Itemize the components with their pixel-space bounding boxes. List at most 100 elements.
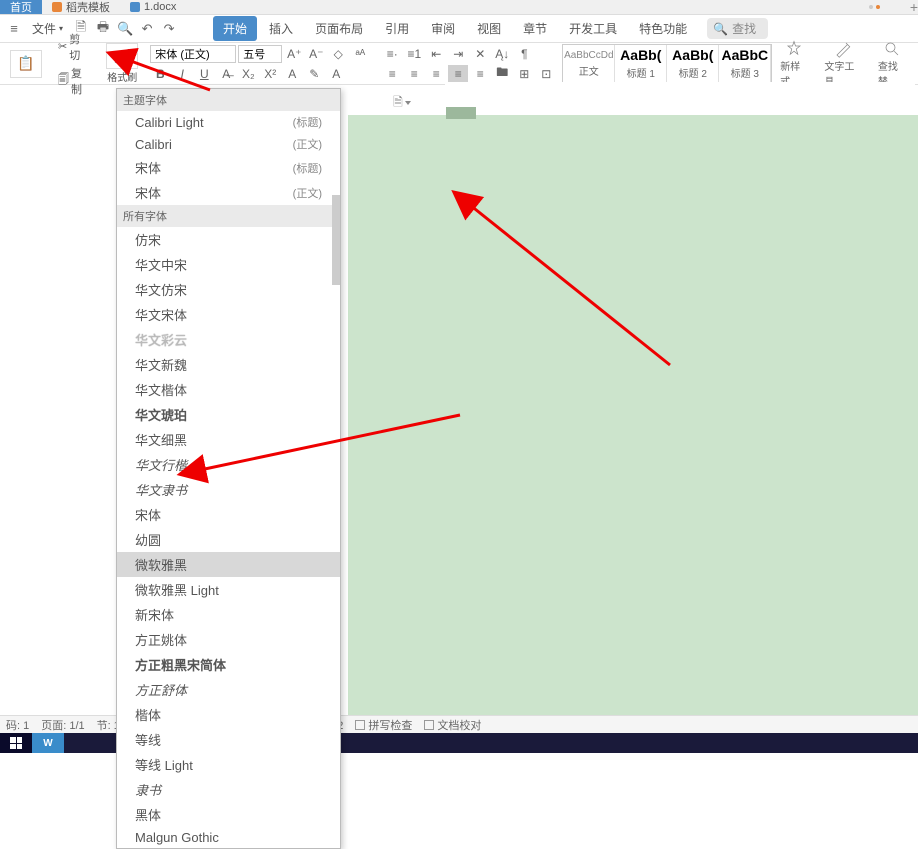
search-box[interactable]: 🔍查找 [707,18,768,39]
tab-bar: 首页 稻壳模板 1.docx + [0,0,918,15]
tab-add-button[interactable]: + [910,0,918,15]
tab-indicators [869,5,880,9]
font-option[interactable]: 华文新魏 [117,352,340,377]
decrease-font-button[interactable]: A⁻ [306,45,326,63]
sub-button[interactable]: X₂ [238,65,258,83]
status-doc-check[interactable]: 文档校对 [424,717,481,733]
tab-home[interactable]: 首页 [0,0,42,14]
show-marks-button[interactable]: ¶ [514,45,534,63]
menu-view[interactable]: 视图 [467,16,511,41]
status-page: 页面: 1/1 [41,717,84,733]
menu-review[interactable]: 审阅 [421,16,465,41]
justify-button[interactable]: ≡ [448,65,468,83]
style-h2[interactable]: AaBb(标题 2 [667,45,719,83]
outdent-button[interactable]: ⇤ [426,45,446,63]
template-icon [52,2,62,12]
font-option[interactable]: 楷体 [117,702,340,727]
align-center-button[interactable]: ≡ [404,65,424,83]
undo-icon[interactable]: ↶ [137,19,157,39]
font-option[interactable]: 方正粗黑宋简体 [117,652,340,677]
menu-dev[interactable]: 开发工具 [559,16,627,41]
style-h1[interactable]: AaBb(标题 1 [615,45,667,83]
text-tools-button[interactable]: 文字工具 [816,40,869,88]
font-option[interactable]: 等线 Light [117,752,340,777]
style-h3[interactable]: AaBbC标题 3 [719,45,771,83]
size-input[interactable] [238,45,282,63]
search-icon: 🔍 [713,22,728,36]
font-effect-button[interactable]: A [326,65,346,83]
increase-font-button[interactable]: A⁺ [284,45,304,63]
font-option[interactable]: 宋体 [117,502,340,527]
paragraph-group: ≡· ≡1 ⇤ ⇥ ✕ Ą↓ ¶ ≡ ≡ ≡ ≡ ≡ 🖿 ⊞ ⊡ [376,43,562,84]
font-option[interactable]: 华文宋体 [117,302,340,327]
align-left-button[interactable]: ≡ [382,65,402,83]
menu-section[interactable]: 章节 [513,16,557,41]
font-option[interactable]: Calibri(正文) [117,133,340,155]
tab-template[interactable]: 稻壳模板 [42,0,120,14]
ruler-horizontal[interactable] [445,82,915,96]
font-option[interactable]: 华文楷体 [117,377,340,402]
style-normal[interactable]: AaBbCcDd正文 [563,45,615,83]
font-option[interactable]: 黑体 [117,802,340,827]
indent-button[interactable]: ⇥ [448,45,468,63]
font-option[interactable]: 隶书 [117,777,340,802]
numbering-button[interactable]: ≡1 [404,45,424,63]
font-option[interactable]: 等线 [117,727,340,752]
font-option[interactable]: 华文彩云 [117,327,340,352]
word-icon [130,2,140,12]
menu-layout[interactable]: 页面布局 [305,16,373,41]
font-option[interactable]: 宋体(标题) [117,155,340,180]
print-icon[interactable]: 🖶 [93,19,113,39]
font-scrollbar[interactable] [332,195,340,285]
shading-button[interactable]: 🖿 [492,65,512,83]
styles-gallery[interactable]: AaBbCcDd正文 AaBb(标题 1 AaBb(标题 2 AaBbC标题 3 [562,44,772,84]
font-option[interactable]: Calibri Light(标题) [117,111,340,133]
menu-icon[interactable]: ≡ [4,19,24,39]
menu-ref[interactable]: 引用 [375,16,419,41]
highlight-button[interactable]: ✎ [304,65,324,83]
font-option[interactable]: 方正姚体 [117,627,340,652]
font-option[interactable]: 华文仿宋 [117,277,340,302]
font-option[interactable]: 方正舒体 [117,677,340,702]
font-option[interactable]: Malgun Gothic [117,827,340,848]
font-option[interactable]: 华文中宋 [117,252,340,277]
font-color-button[interactable]: A [282,65,302,83]
font-option[interactable]: 新宋体 [117,602,340,627]
clipboard-group: ✂ 剪切 🗐 复制 [48,43,100,84]
font-option[interactable]: 仿宋 [117,227,340,252]
ruler-corner [894,82,912,96]
menu-insert[interactable]: 插入 [259,16,303,41]
new-style-button[interactable]: 新样式 [772,40,816,88]
start-button[interactable] [0,733,32,753]
paste-button[interactable]: 📋 [10,50,42,78]
line-spacing-button[interactable]: ✕ [470,45,490,63]
bullets-button[interactable]: ≡· [382,45,402,63]
font-option[interactable]: 微软雅黑 Light [117,577,340,602]
preview-icon[interactable]: 🔍 [115,19,135,39]
font-option[interactable]: 宋体(正文) [117,180,340,205]
paste-group: 📋 [4,43,48,84]
menu-start[interactable]: 开始 [213,16,257,41]
status-spell[interactable]: 拼写检查 [355,717,412,733]
doc-marker[interactable]: 🗎 [395,96,409,110]
font-option[interactable]: 微软雅黑 [117,552,340,577]
find-replace-button[interactable]: 查找替 [870,40,914,88]
change-case-button[interactable]: ᵃᴬ [350,45,370,63]
sup-button[interactable]: X² [260,65,280,83]
text-snippet[interactable] [446,107,476,119]
cut-button[interactable]: ✂ 剪切 [54,30,94,64]
copy-button[interactable]: 🗐 复制 [54,64,94,98]
redo-icon[interactable]: ↷ [159,19,179,39]
border-line-button[interactable]: ⊡ [536,65,556,83]
clear-format-button[interactable]: ◇ [328,45,348,63]
align-right-button[interactable]: ≡ [426,65,446,83]
tab-doc[interactable]: 1.docx [120,0,186,14]
arrow-2 [460,195,680,378]
font-header-all: 所有字体 [117,205,340,227]
wps-taskbar-button[interactable]: W [32,733,64,753]
distribute-button[interactable]: ≡ [470,65,490,83]
sort-button[interactable]: Ą↓ [492,45,512,63]
menu-features[interactable]: 特色功能 [629,16,697,41]
font-option[interactable]: 幼圆 [117,527,340,552]
borders-button[interactable]: ⊞ [514,65,534,83]
